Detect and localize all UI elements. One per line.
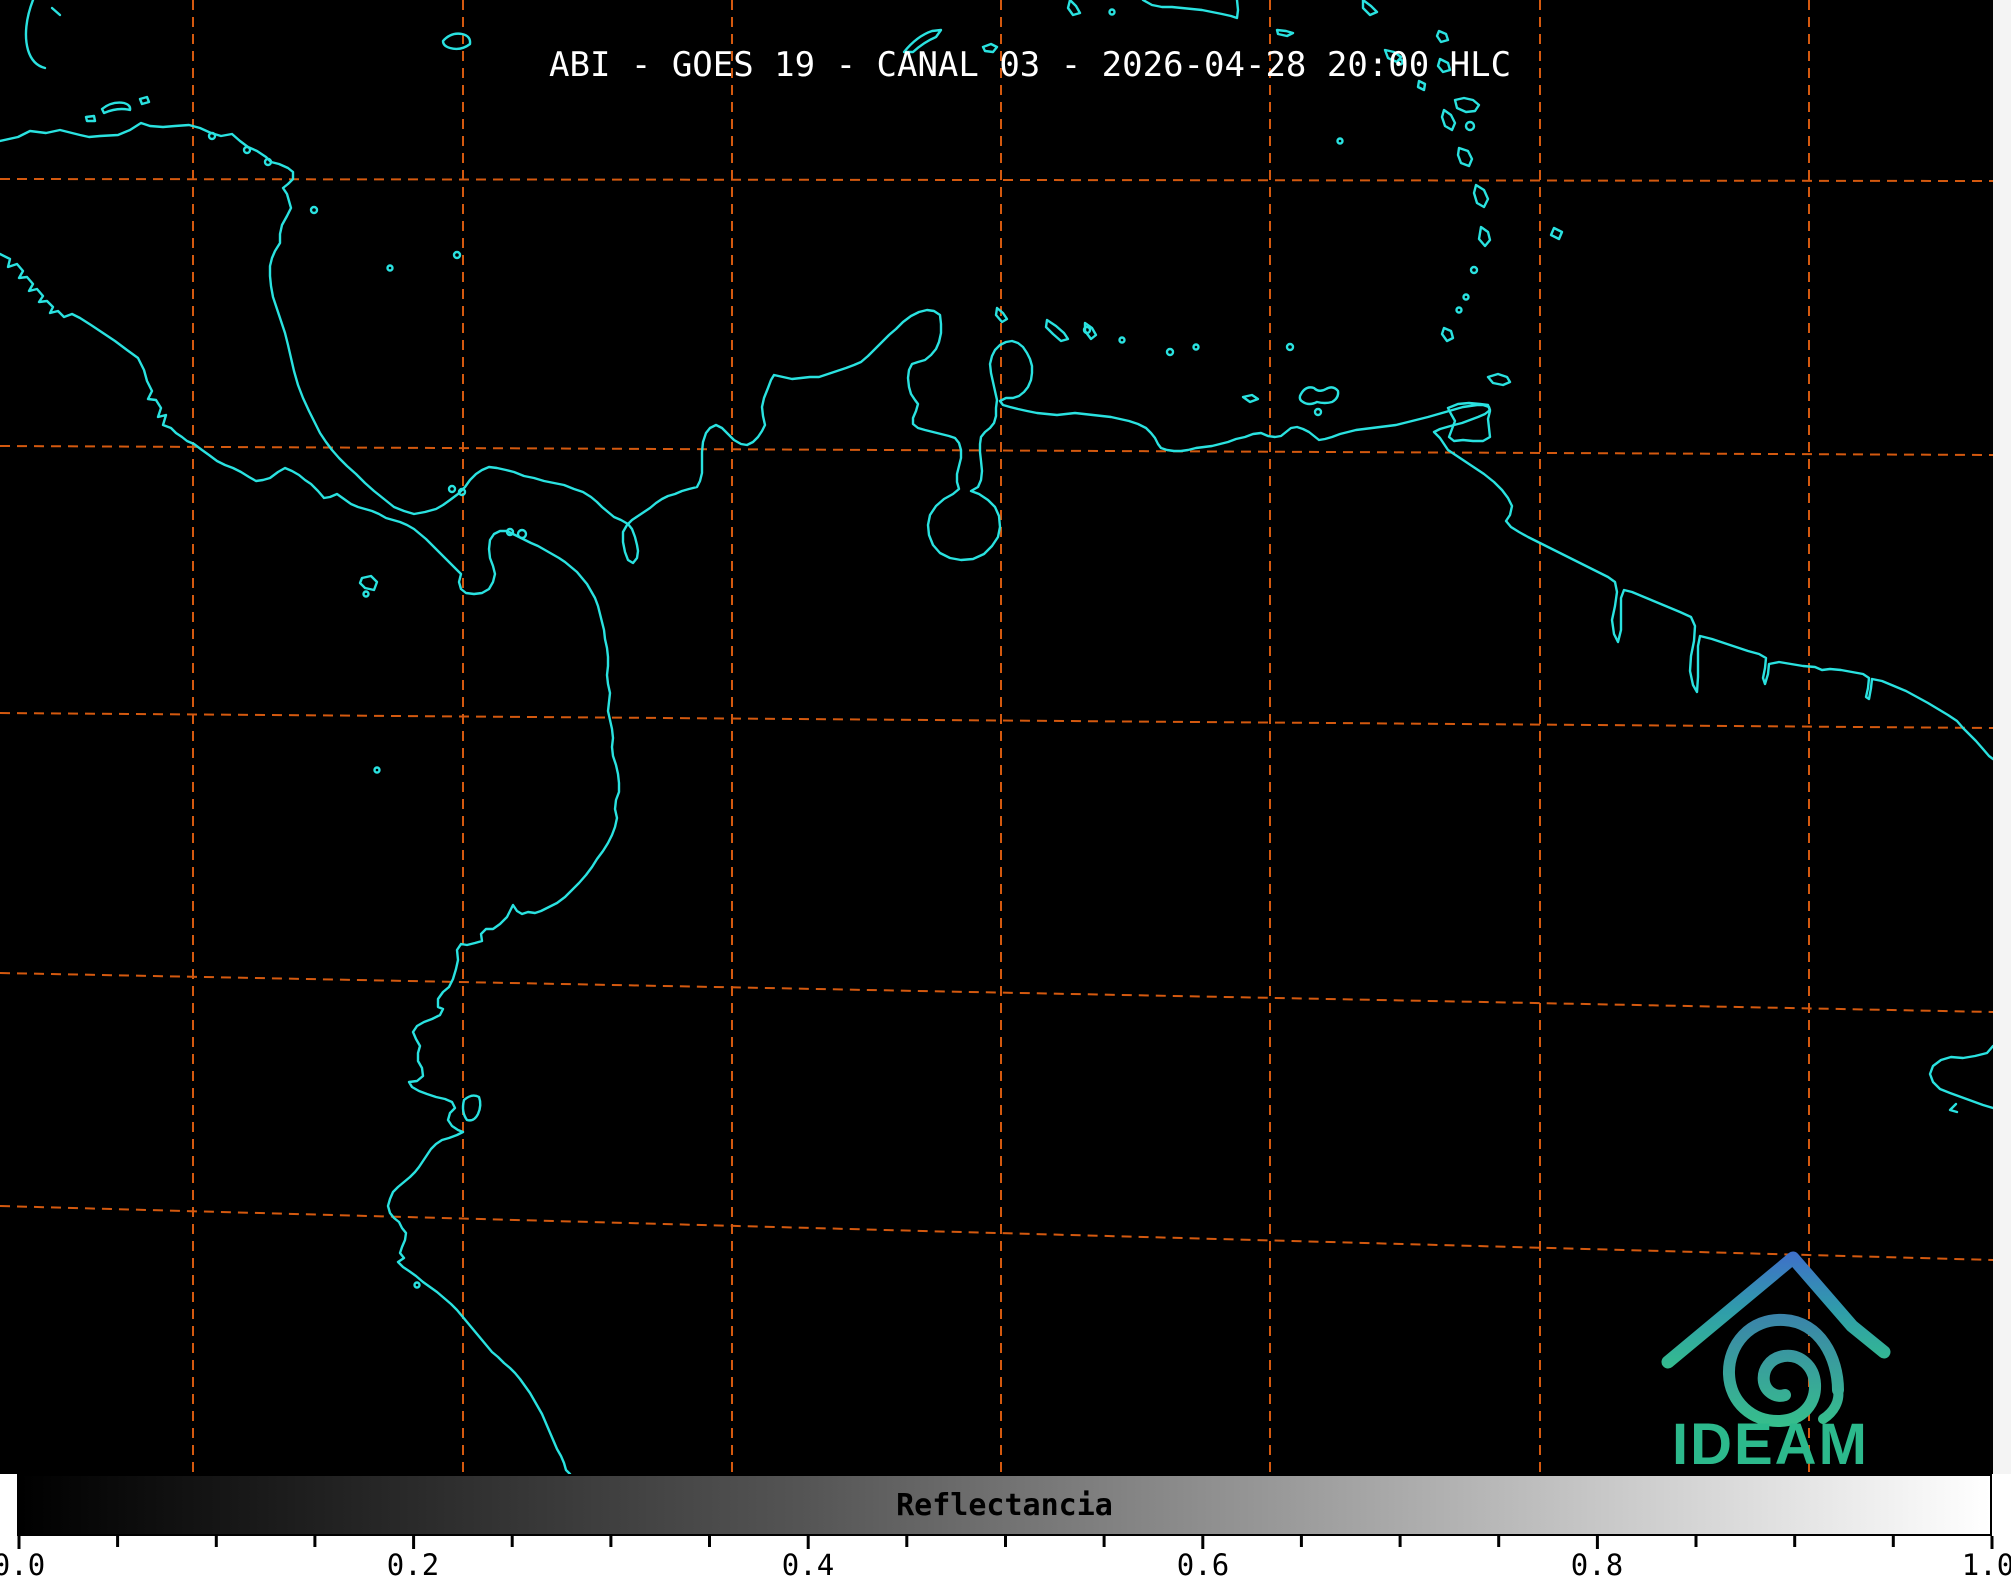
colorbar-label: Reflectancia (896, 1487, 1113, 1523)
island-jamaica (441, 32, 472, 51)
island-antilles-north-1 (1361, 0, 1379, 17)
coastlines (0, 0, 1993, 1474)
coastline-amazon-fragment-right-edge (1928, 1044, 1993, 1110)
coastline-yucatan-corner-fragment (24, 0, 47, 70)
island-curacao (1044, 318, 1070, 343)
colorbar-axis: 0.0 0.2 0.4 0.6 0.8 1.0 (0, 1536, 2011, 1582)
logo-text: IDEAM (1672, 1412, 1869, 1474)
island-grenada (1440, 326, 1455, 343)
reflectance-colorbar: Reflectancia (17, 1474, 1992, 1536)
island-st-vincent (1477, 225, 1492, 248)
island-guanaja (138, 95, 151, 106)
island-tobago (1486, 372, 1512, 387)
satellite-image-viewer: { "title": "ABI - GOES 19 - CANAL 03 - 2… (0, 0, 2011, 1582)
island-barbados (1549, 226, 1564, 241)
hurricane-spiral-icon (1723, 1313, 1844, 1427)
parallel-gridline (0, 712, 1993, 729)
parallel-gridline (0, 445, 1993, 456)
island-guadeloupe (1453, 96, 1481, 114)
small-islets (207, 8, 1479, 1289)
coastline-fragment (50, 6, 62, 17)
image-title: ABI - GOES 19 - CANAL 03 - 2026-04-28 20… (549, 45, 1512, 85)
map-canvas: IDEAM (0, 0, 1993, 1474)
colorbar-ticks (17, 1536, 1994, 1549)
parallel-gridline (0, 972, 1993, 1013)
scan-edge-band (1993, 0, 2011, 1474)
coastline-honduras-nicaragua-caribbean (0, 121, 1993, 761)
island-margarita (1298, 386, 1340, 406)
coastline-fragment-river-branch (1948, 1102, 1959, 1114)
island-coiba (358, 574, 379, 592)
island-utila (84, 114, 97, 123)
island-mona (1066, 0, 1082, 17)
island-near-margarita (1241, 393, 1260, 404)
ideam-logo: IDEAM (1661, 1251, 1891, 1474)
island-antilles-north-2 (1435, 29, 1450, 44)
mountain-icon (1661, 1251, 1891, 1369)
island-vieques (1275, 28, 1295, 38)
island-martinique (1456, 146, 1474, 168)
island-roatan (100, 101, 132, 115)
graticule-gridlines (0, 0, 1993, 1474)
island-st-lucia (1472, 183, 1490, 209)
island-dominica (1440, 108, 1457, 132)
coastline-pacific-central-south-america (0, 252, 621, 1474)
parallel-gridline (0, 1205, 1993, 1261)
parallel-gridline (0, 178, 1993, 182)
island-puna (461, 1094, 482, 1122)
island-puerto-rico-south-coast (1141, 0, 1240, 20)
satellite-map-area: IDEAM ABI - GOES 19 - CANAL 03 - 2026-04… (0, 0, 1993, 1474)
